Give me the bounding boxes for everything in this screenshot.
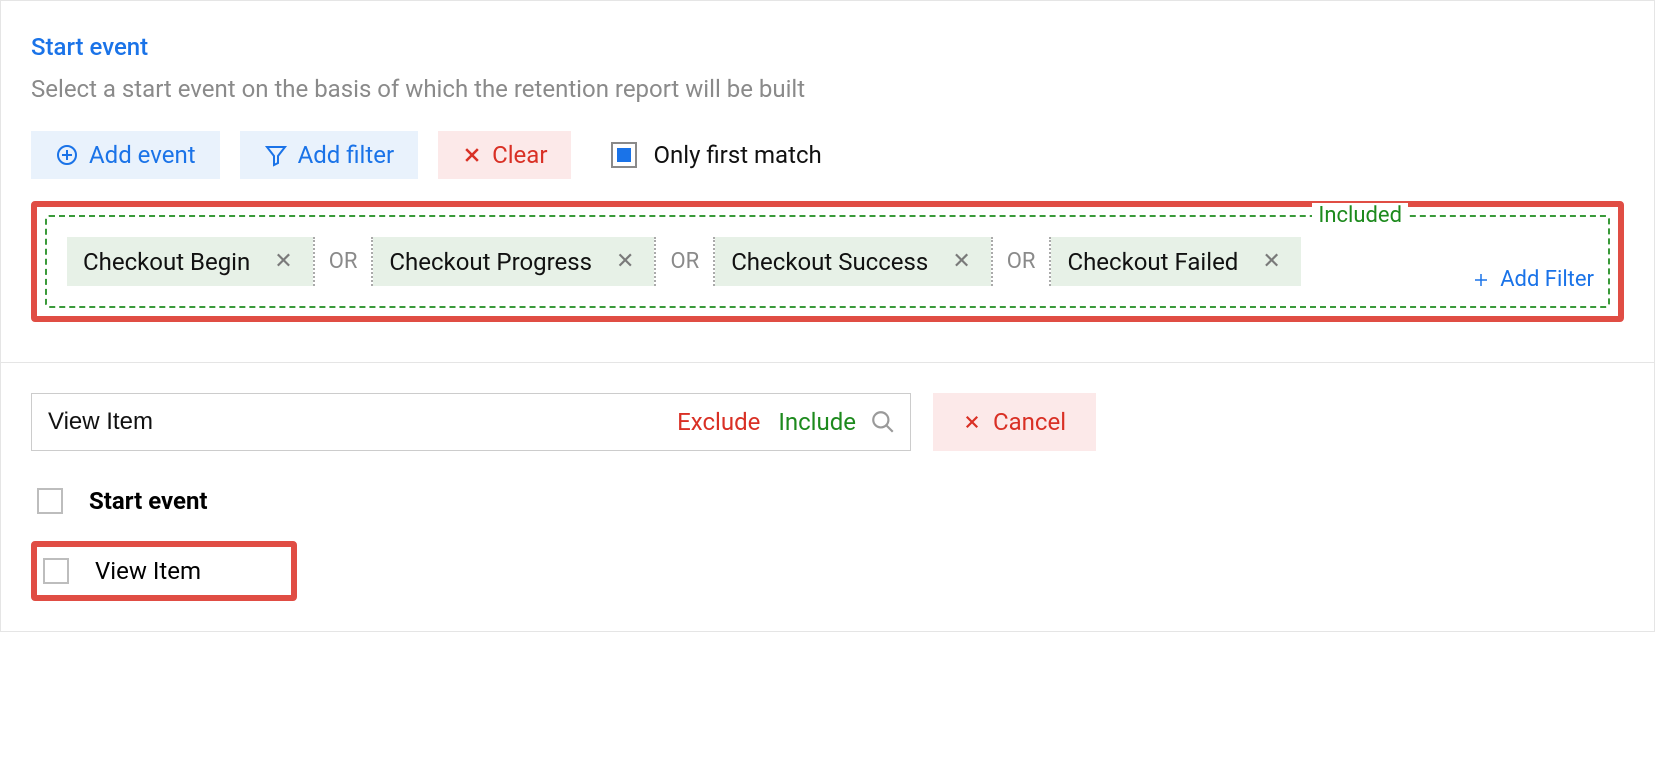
only-first-match-checkbox[interactable] — [611, 142, 637, 168]
search-box: Exclude Include — [31, 393, 911, 451]
add-filter-inline-button[interactable]: Add Filter — [1472, 267, 1594, 292]
select-all-checkbox[interactable] — [37, 488, 63, 514]
chip-remove-icon[interactable]: ✕ — [270, 247, 296, 276]
section-title: Start event — [31, 33, 1624, 61]
close-icon — [462, 145, 482, 165]
add-filter-button[interactable]: Add filter — [240, 131, 419, 179]
event-chips: Checkout Begin ✕ OR Checkout Progress ✕ … — [67, 237, 1408, 286]
results-column-header: Start event — [89, 487, 208, 515]
funnel-icon — [264, 143, 288, 167]
close-icon — [963, 413, 981, 431]
row-checkbox[interactable] — [43, 558, 69, 584]
add-event-button[interactable]: Add event — [31, 131, 220, 179]
chip-remove-icon[interactable]: ✕ — [1258, 247, 1284, 276]
start-event-config: Start event Select a start event on the … — [1, 1, 1654, 363]
include-link[interactable]: Include — [778, 408, 856, 436]
results-header-row: Start event — [31, 479, 1624, 523]
included-legend: Included — [1312, 203, 1408, 228]
chip-label: Checkout Failed — [1067, 248, 1238, 276]
chip-remove-icon[interactable]: ✕ — [948, 247, 974, 276]
event-picker: Exclude Include Cancel Start event — [1, 363, 1654, 631]
highlight-included-events: Included Checkout Begin ✕ OR Checkout Pr… — [31, 201, 1624, 322]
clear-label: Clear — [492, 141, 547, 169]
cancel-button[interactable]: Cancel — [933, 393, 1096, 451]
or-separator: OR — [313, 237, 374, 286]
only-first-match-option: Only first match — [611, 141, 821, 169]
or-separator: OR — [654, 237, 715, 286]
search-input[interactable] — [46, 394, 677, 450]
search-icon[interactable] — [870, 409, 896, 435]
cancel-label: Cancel — [993, 408, 1066, 436]
chip-remove-icon[interactable]: ✕ — [612, 247, 638, 276]
add-event-label: Add event — [89, 141, 196, 169]
row-label: View Item — [95, 557, 201, 585]
chip-label: Checkout Begin — [83, 248, 250, 276]
event-chip[interactable]: Checkout Begin ✕ — [67, 237, 313, 286]
section-description: Select a start event on the basis of whi… — [31, 75, 1624, 103]
included-events-group: Included Checkout Begin ✕ OR Checkout Pr… — [45, 215, 1610, 308]
plus-icon — [1472, 271, 1490, 289]
add-filter-label: Add filter — [298, 141, 395, 169]
results-list: Start event View Item — [31, 479, 1624, 601]
chip-label: Checkout Progress — [389, 248, 592, 276]
add-filter-inline-label: Add Filter — [1500, 267, 1594, 292]
only-first-match-label: Only first match — [653, 141, 821, 169]
result-row[interactable]: View Item — [43, 557, 201, 585]
chip-label: Checkout Success — [731, 248, 928, 276]
event-chip[interactable]: Checkout Progress ✕ — [373, 237, 654, 286]
start-event-panel: Start event Select a start event on the … — [0, 0, 1655, 632]
exclude-link[interactable]: Exclude — [677, 408, 760, 436]
plus-circle-icon — [55, 143, 79, 167]
highlight-result-row: View Item — [31, 541, 297, 601]
search-row: Exclude Include Cancel — [31, 393, 1624, 451]
toolbar: Add event Add filter Clear Only first ma… — [31, 131, 1624, 179]
event-chip[interactable]: Checkout Success ✕ — [715, 237, 991, 286]
event-chip[interactable]: Checkout Failed ✕ — [1051, 237, 1300, 286]
clear-button[interactable]: Clear — [438, 131, 571, 179]
or-separator: OR — [991, 237, 1052, 286]
